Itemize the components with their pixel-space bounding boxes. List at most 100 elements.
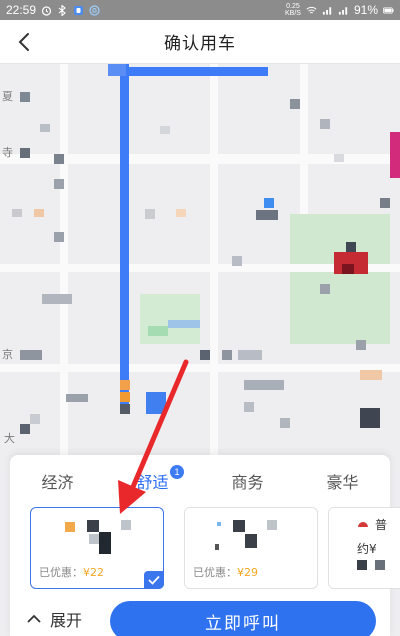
map-poi bbox=[30, 414, 40, 424]
back-button[interactable] bbox=[10, 28, 38, 56]
card-estimate: 约¥ bbox=[357, 542, 377, 556]
park-area bbox=[290, 214, 390, 344]
road bbox=[60, 64, 68, 464]
page-title: 确认用车 bbox=[164, 34, 236, 54]
brand-logo-icon bbox=[358, 522, 368, 527]
map-label: 京 bbox=[2, 348, 13, 361]
map-poi bbox=[380, 198, 390, 208]
car-card[interactable]: 已优惠：¥29 bbox=[184, 507, 318, 589]
map-label: 寺 bbox=[2, 146, 13, 159]
card-price: ¥29 bbox=[237, 566, 258, 579]
car-card-partial[interactable]: 普 约¥ bbox=[328, 507, 400, 589]
map-poi bbox=[20, 148, 30, 158]
map-poi bbox=[280, 418, 290, 428]
map-poi bbox=[42, 294, 72, 304]
map-poi bbox=[145, 209, 155, 219]
map-poi bbox=[222, 350, 232, 360]
map-label: 夏 bbox=[2, 90, 13, 103]
map-poi bbox=[200, 350, 210, 360]
car-image bbox=[89, 534, 99, 544]
expand-button[interactable]: 展开 bbox=[26, 607, 82, 631]
map-poi-pink bbox=[390, 132, 400, 178]
map-water bbox=[168, 320, 200, 328]
map-poi bbox=[320, 284, 330, 294]
call-now-button[interactable]: 立即呼叫 bbox=[110, 601, 376, 636]
chevron-left-icon bbox=[18, 33, 29, 51]
car-image bbox=[87, 520, 99, 532]
car-image bbox=[121, 520, 131, 530]
map-poi bbox=[20, 92, 30, 102]
tab-economy[interactable]: 经济 bbox=[10, 463, 105, 499]
road bbox=[210, 64, 218, 464]
car-image bbox=[267, 520, 277, 530]
car-image bbox=[215, 544, 219, 550]
card-discount: 已优惠：¥22 bbox=[39, 566, 104, 579]
route-line-horizontal bbox=[108, 67, 268, 76]
start-marker bbox=[146, 392, 166, 414]
map-poi bbox=[290, 99, 300, 109]
tab-comfort[interactable]: 舒适 1 bbox=[105, 463, 200, 499]
car-image bbox=[233, 520, 245, 532]
map-poi bbox=[232, 256, 242, 266]
map-poi bbox=[244, 402, 254, 412]
car-image bbox=[357, 560, 367, 570]
net-speed: 0.25 KB/S bbox=[285, 3, 301, 17]
signal-icon bbox=[322, 5, 333, 16]
map-poi bbox=[66, 394, 88, 402]
chevron-up-icon bbox=[27, 614, 41, 623]
car-card-selected[interactable]: 已优惠：¥22 bbox=[30, 507, 164, 589]
map-poi bbox=[54, 154, 64, 164]
check-icon bbox=[144, 571, 164, 589]
nav-header: 确认用车 bbox=[0, 20, 400, 64]
map-poi bbox=[40, 124, 50, 132]
car-type-tabs: 经济 舒适 1 商务 豪华 bbox=[10, 463, 390, 499]
map-poi-orange bbox=[120, 380, 130, 390]
car-image bbox=[65, 522, 75, 532]
bluetooth-icon bbox=[57, 4, 68, 16]
park-area-small bbox=[140, 294, 200, 344]
map-poi bbox=[356, 340, 366, 350]
card-top-text: 普 bbox=[375, 518, 388, 532]
map-poi bbox=[54, 179, 64, 189]
status-bar: 22:59 0.25 KB/S 91% bbox=[0, 0, 400, 20]
car-image bbox=[375, 560, 385, 570]
map-poi bbox=[54, 232, 64, 242]
map-poi bbox=[346, 242, 356, 252]
map-poi bbox=[334, 154, 344, 162]
wifi-icon bbox=[306, 5, 317, 16]
action-row: 展开 立即呼叫 bbox=[10, 595, 390, 636]
map-poi bbox=[256, 210, 278, 220]
battery-icon bbox=[383, 5, 394, 16]
map-poi-green bbox=[148, 326, 168, 336]
map-poi bbox=[34, 209, 44, 217]
status-time: 22:59 bbox=[6, 3, 37, 17]
route-line-vertical bbox=[120, 64, 129, 404]
car-image bbox=[99, 532, 111, 554]
alarm-icon bbox=[41, 5, 52, 16]
road bbox=[300, 64, 308, 214]
card-price: ¥22 bbox=[83, 566, 104, 579]
app-notification-icon bbox=[73, 5, 84, 16]
map-poi bbox=[20, 424, 30, 434]
signal-icon-2 bbox=[338, 5, 349, 16]
tab-luxury[interactable]: 豪华 bbox=[295, 463, 390, 499]
map-poi-blue bbox=[264, 198, 274, 208]
map-label: 大 bbox=[4, 432, 15, 445]
card-discount: 已优惠：¥29 bbox=[193, 566, 258, 579]
map-poi bbox=[360, 408, 380, 428]
map-poi bbox=[160, 126, 170, 134]
route-end bbox=[108, 64, 126, 76]
bell-app-icon bbox=[89, 4, 100, 16]
tab-business[interactable]: 商务 bbox=[200, 463, 295, 499]
map-poi bbox=[320, 119, 330, 129]
car-image bbox=[245, 534, 257, 548]
map-poi bbox=[360, 370, 382, 380]
map-poi bbox=[120, 404, 130, 414]
map-poi bbox=[176, 209, 186, 217]
map-poi bbox=[342, 264, 354, 274]
car-cards: 已优惠：¥22 已优惠：¥29 普 约¥ bbox=[30, 507, 400, 589]
car-image bbox=[217, 522, 221, 526]
car-selection-panel: 经济 舒适 1 商务 豪华 已优惠：¥22 已优惠：¥29 普 约¥ 展开 立即… bbox=[10, 455, 400, 636]
map-poi bbox=[238, 350, 262, 360]
map-poi bbox=[20, 350, 42, 360]
